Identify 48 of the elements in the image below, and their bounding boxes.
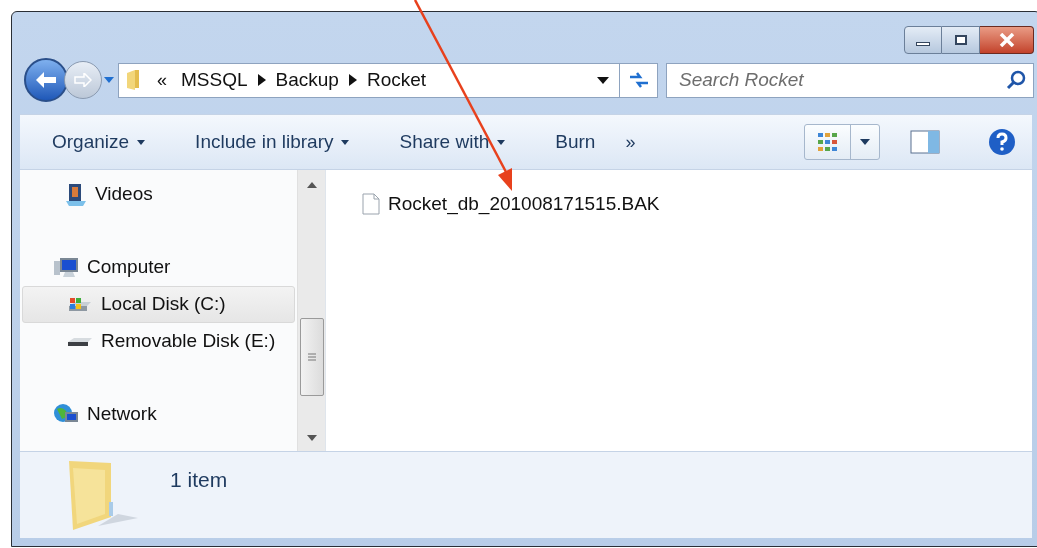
scrollbar-thumb[interactable] — [299, 318, 324, 396]
toolbar-button[interactable]: Share with — [399, 127, 506, 157]
file-item[interactable]: Rocket_db_201008171515.BAK — [362, 190, 1032, 219]
more-button[interactable]: » — [625, 128, 636, 156]
sidebar-item[interactable]: Removable Disk (E:) — [22, 323, 295, 360]
breadcrumb[interactable]: MSSQL — [181, 65, 248, 95]
scrollbar[interactable] — [297, 170, 325, 451]
search-icon — [1006, 69, 1026, 90]
breadcrumb[interactable]: Backup — [275, 65, 339, 95]
grid-icon — [816, 132, 839, 152]
arrow-right-icon — [74, 73, 92, 87]
maximize-button[interactable] — [942, 26, 980, 54]
sidebar-item[interactable]: Videos — [22, 176, 295, 213]
film-icon — [65, 182, 87, 207]
back-button[interactable] — [24, 58, 68, 102]
toolbar-button[interactable]: Organize — [52, 127, 146, 157]
caret-icon — [597, 76, 609, 84]
sidebar-item[interactable]: Network — [22, 396, 295, 433]
computer-icon — [53, 256, 79, 279]
caret-icon — [860, 139, 870, 145]
close-icon — [998, 33, 1015, 47]
grip-icon — [307, 353, 316, 361]
arrow-down-icon — [306, 435, 317, 441]
toolbar-button[interactable]: Include in library — [195, 127, 350, 157]
close-button[interactable] — [980, 26, 1034, 54]
sidebar-item[interactable]: Computer — [22, 249, 295, 286]
drive-icon — [67, 335, 93, 348]
file-icon — [362, 193, 380, 216]
sidebar-item[interactable]: Local Disk (C:) — [22, 286, 295, 323]
caret-icon — [341, 139, 350, 145]
refresh-icon — [627, 71, 650, 89]
help-icon[interactable] — [988, 128, 1016, 156]
caret-icon — [104, 77, 114, 83]
chevron-right-icon — [257, 74, 266, 86]
caret-icon — [497, 139, 506, 145]
search-field[interactable]: Search Rocket — [666, 62, 1034, 98]
toolbar-button[interactable]: Burn — [555, 127, 596, 157]
item-count: 1 item — [170, 467, 228, 493]
view-button[interactable] — [804, 124, 880, 160]
arrow-left-icon — [35, 71, 57, 89]
chevron-right-icon — [348, 74, 357, 86]
breadcrumb-overflow[interactable]: « — [157, 66, 167, 94]
address-bar[interactable]: « MSSQL Backup Rocket — [118, 62, 658, 98]
arrow-up-icon — [306, 182, 317, 188]
drive-icon — [67, 295, 93, 314]
minimize-button[interactable] — [904, 26, 942, 54]
caret-icon — [137, 139, 146, 145]
breadcrumb[interactable]: Rocket — [366, 65, 427, 95]
